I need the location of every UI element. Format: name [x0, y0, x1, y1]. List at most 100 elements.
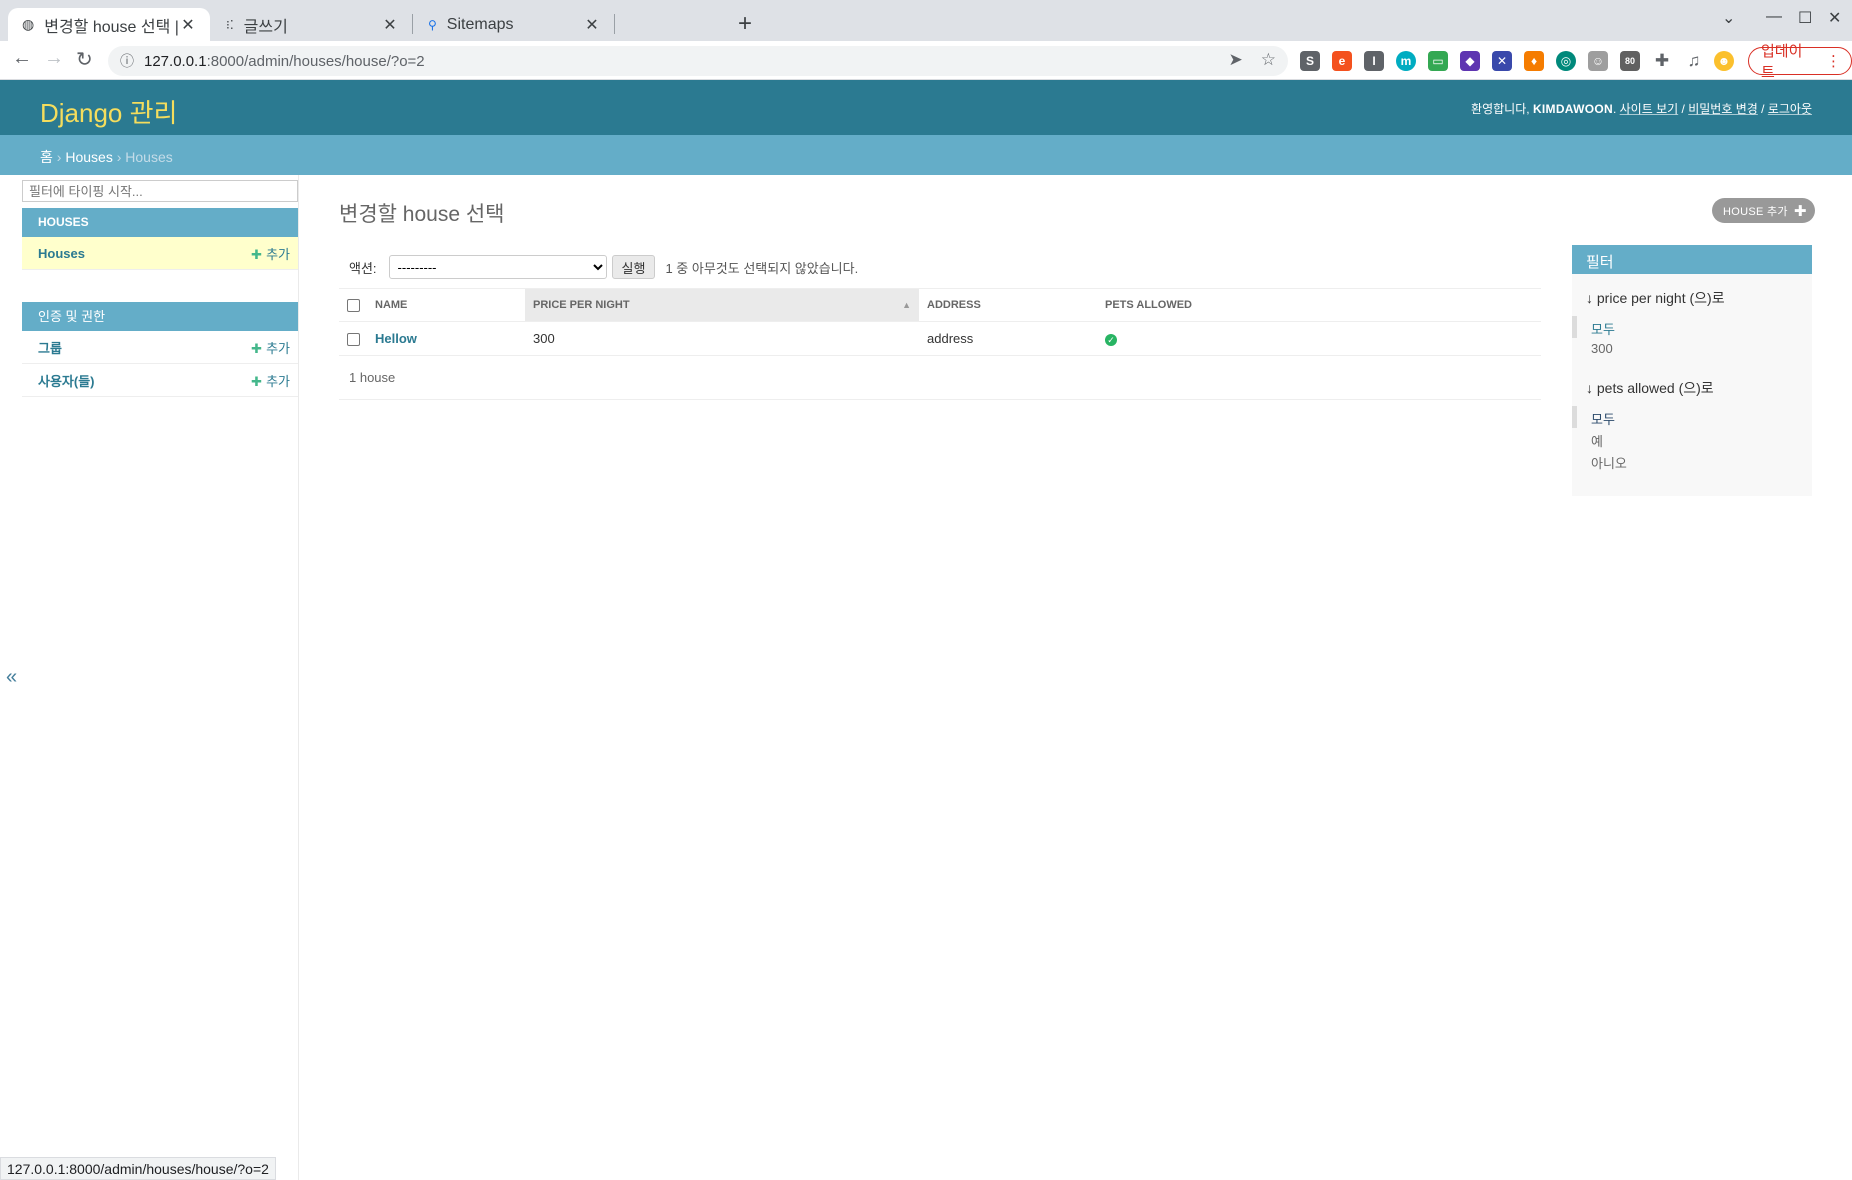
view-site-link[interactable]: 사이트 보기: [1620, 102, 1679, 116]
select-all-checkbox[interactable]: [347, 298, 360, 312]
globe-icon: ◍: [22, 16, 35, 32]
filter-group-title[interactable]: ↓ price per night (으)로: [1572, 288, 1812, 308]
sidebar-item-label[interactable]: Houses: [38, 246, 85, 261]
status-bar-url: 127.0.0.1:8000/admin/houses/house/?o=2: [0, 1157, 276, 1180]
change-password-link[interactable]: 비밀번호 변경: [1688, 102, 1758, 116]
module-caption[interactable]: 인증 및 권한: [22, 302, 298, 331]
media-control-icon[interactable]: ♫: [1684, 51, 1704, 71]
close-icon[interactable]: ✕: [382, 15, 398, 35]
sidebar-item-label[interactable]: 사용자(들): [38, 371, 95, 390]
filter-group-title[interactable]: ↓ pets allowed (으)로: [1572, 378, 1812, 398]
sidebar-item-users: 사용자(들) ✚ 추가: [22, 364, 298, 397]
table-header-row: NAME PRICE PER NIGHT ▲ ADDRESS PETS ALLOW…: [339, 288, 1541, 322]
tab-title: 변경할 house 선택 | Django: [44, 18, 180, 36]
tab-separator: [412, 14, 413, 34]
add-house-button[interactable]: HOUSE 추가 ✚: [1712, 198, 1815, 223]
run-action-button[interactable]: 실행: [611, 255, 656, 279]
plus-icon: ✚: [1793, 202, 1807, 220]
update-button[interactable]: 업데이트 ⋮: [1748, 43, 1852, 81]
filter-choice[interactable]: 모두: [1572, 406, 1812, 428]
bookmark-star-icon[interactable]: ☆: [1261, 50, 1276, 70]
nav-sidebar: HOUSES Houses ✚추가 인증 및 권한 그룹 ✚추가 사용자(들) …: [22, 175, 299, 1180]
extension-bird-icon[interactable]: ✕: [1492, 51, 1512, 71]
add-link[interactable]: ✚ 추가: [251, 338, 290, 357]
tab-write[interactable]: ⁝⁚ 글쓰기 ✕: [212, 8, 412, 41]
action-label: 액션:: [349, 260, 377, 276]
new-tab-button[interactable]: +: [738, 10, 752, 38]
dots-icon: ⁝⁚: [226, 17, 234, 32]
filter-choice[interactable]: 300: [1572, 338, 1812, 360]
breadcrumb: 홈 › Houses › Houses: [0, 135, 1852, 175]
browser-tab-bar: ◍ 변경할 house 선택 | Django ✕ ⁝⁚ 글쓰기 ✕ ⚲ Sit…: [0, 0, 1852, 41]
address-bar[interactable]: ⓘ 127.0.0.1:8000/admin/houses/house/?o=2…: [108, 46, 1288, 76]
extension-circle-icon[interactable]: ◎: [1556, 51, 1576, 71]
tab-title: Sitemaps: [446, 15, 514, 33]
minimize-icon[interactable]: —: [1766, 8, 1782, 26]
info-icon[interactable]: ⓘ: [120, 51, 134, 71]
extension-counter-icon[interactable]: 80: [1620, 51, 1640, 71]
metamask-icon[interactable]: ♦: [1524, 51, 1544, 71]
plus-icon: ✚: [251, 246, 263, 262]
url-host: 127.0.0.1: [144, 52, 207, 70]
tab-house-admin[interactable]: ◍ 변경할 house 선택 | Django ✕: [8, 8, 210, 41]
extension-person-icon[interactable]: ☺: [1588, 51, 1608, 71]
extension-purple-icon[interactable]: ◆: [1460, 51, 1480, 71]
tab-sitemaps[interactable]: ⚲ Sitemaps ✕: [414, 8, 614, 41]
add-link[interactable]: ✚ 추가: [251, 244, 290, 263]
breadcrumb-app[interactable]: Houses: [65, 149, 112, 165]
extension-ex-icon[interactable]: e: [1332, 51, 1352, 71]
add-label: 추가: [266, 246, 290, 262]
site-branding[interactable]: Django 관리: [40, 93, 177, 130]
module-caption[interactable]: HOUSES: [22, 208, 298, 237]
tab-search-icon[interactable]: ⌄: [1722, 8, 1735, 28]
module-auth: 인증 및 권한 그룹 ✚ 추가 사용자(들) ✚ 추가: [22, 302, 298, 397]
close-icon[interactable]: ✕: [180, 15, 196, 35]
sitemap-icon: ⚲: [428, 17, 437, 32]
actions-bar: 액션: --------- 실행 1 중 아무것도 선택되지 않았습니다.: [339, 254, 858, 280]
column-header-label: PRICE PER NIGHT: [533, 299, 630, 311]
send-icon[interactable]: ➤: [1229, 50, 1243, 70]
house-link[interactable]: Hellow: [375, 331, 417, 346]
avatar[interactable]: ☻: [1714, 51, 1734, 71]
extension-i-icon[interactable]: I: [1364, 51, 1384, 71]
sidebar-toggle-button[interactable]: «: [6, 666, 17, 689]
name-cell: Hellow: [367, 321, 525, 356]
reload-icon[interactable]: ↻: [76, 47, 93, 72]
sidebar-item-label[interactable]: 그룹: [38, 338, 62, 357]
add-link[interactable]: ✚ 추가: [251, 371, 290, 390]
forward-icon[interactable]: →: [44, 47, 64, 70]
column-header-address[interactable]: ADDRESS: [919, 288, 1097, 322]
filter-choices: 모두 300: [1572, 316, 1812, 360]
close-icon[interactable]: ✕: [584, 15, 600, 35]
row-checkbox[interactable]: [347, 333, 360, 347]
breadcrumb-sep: ›: [56, 149, 62, 165]
column-header-price[interactable]: PRICE PER NIGHT ▲: [525, 288, 919, 322]
tab-separator: [614, 14, 615, 34]
welcome-text: 환영합니다,: [1471, 102, 1530, 116]
extension-tv-icon[interactable]: ▭: [1428, 51, 1448, 71]
column-header-pets[interactable]: PETS ALLOWED: [1097, 288, 1541, 322]
filter-title: 필터: [1572, 245, 1812, 274]
yes-check-icon: ✓: [1105, 334, 1117, 346]
breadcrumb-home[interactable]: 홈: [40, 149, 53, 165]
action-select[interactable]: ---------: [388, 255, 607, 279]
username: KIMDAWOON: [1532, 102, 1613, 116]
window-close-icon[interactable]: ✕: [1828, 8, 1841, 28]
sidebar-item-houses: Houses ✚ 추가: [22, 237, 298, 270]
separator: /: [1761, 102, 1765, 116]
back-icon[interactable]: ←: [12, 47, 32, 70]
breadcrumb-sep: ›: [116, 149, 122, 165]
user-tools: 환영합니다, KIMDAWOON. 사이트 보기 / 비밀번호 변경 / 로그아…: [1471, 102, 1812, 116]
nav-filter-input[interactable]: [22, 180, 298, 202]
column-header-name[interactable]: NAME: [367, 288, 525, 322]
maximize-icon[interactable]: ☐: [1798, 8, 1812, 28]
logout-link[interactable]: 로그아웃: [1768, 102, 1812, 116]
sort-ascending-icon[interactable]: ▲: [902, 300, 911, 310]
add-house-label: HOUSE 추가: [1723, 205, 1788, 218]
extensions-puzzle-icon[interactable]: ✚: [1652, 51, 1672, 71]
filter-choice[interactable]: 아니오: [1572, 450, 1812, 472]
filter-choice[interactable]: 예: [1572, 428, 1812, 450]
extension-s-icon[interactable]: S: [1300, 51, 1320, 71]
extension-m-icon[interactable]: m: [1396, 51, 1416, 71]
filter-choice[interactable]: 모두: [1572, 316, 1812, 338]
